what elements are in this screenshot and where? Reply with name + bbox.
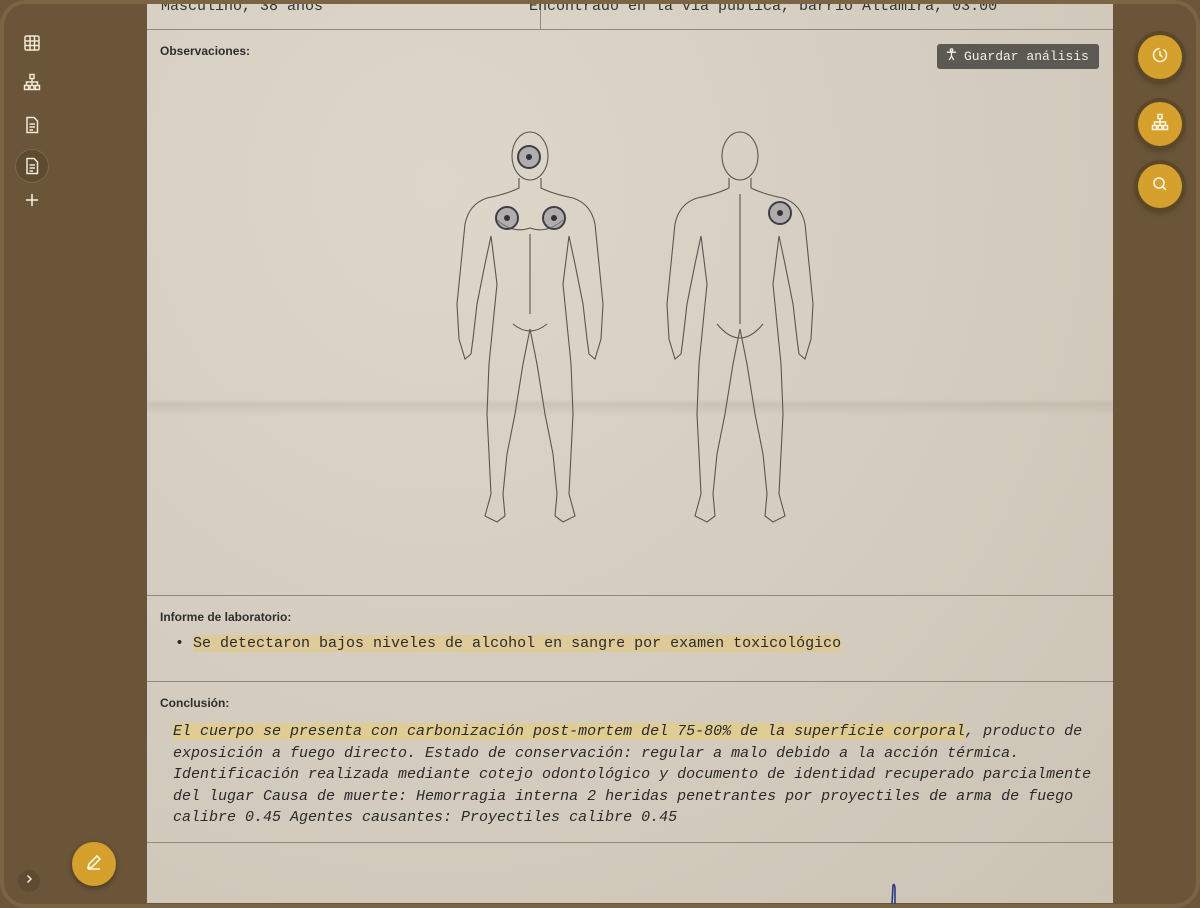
bullet: •: [175, 635, 194, 652]
chevron-right-icon: [23, 872, 35, 890]
lab-report-item: Se detectaron bajos niveles de alcohol e…: [193, 635, 842, 652]
divider: [147, 29, 1113, 30]
front-body-figure: [456, 131, 604, 523]
top-row-right-cell: Encontrado en la vía pública, barrio Alt…: [529, 0, 998, 15]
history-icon: [1151, 46, 1169, 69]
left-sidebar: [8, 8, 146, 904]
conclusion-highlight: El cuerpo se presenta con carbonización …: [173, 723, 966, 740]
search-button[interactable]: [1138, 164, 1182, 208]
document-icon[interactable]: [15, 108, 49, 142]
hierarchy-rail-button[interactable]: [1138, 102, 1182, 146]
divider: [147, 681, 1113, 682]
back-body-figure: [666, 131, 814, 523]
history-button[interactable]: [1138, 35, 1182, 79]
signature-stroke: [891, 883, 896, 904]
injury-marker-head[interactable]: [517, 145, 541, 169]
expand-sidebar-button[interactable]: [18, 870, 40, 892]
autopsy-document: Masculino, 38 años Encontrado en la vía …: [147, 4, 1113, 904]
conclusion-label: Conclusión:: [160, 696, 230, 710]
lab-report-label: Informe de laboratorio:: [160, 610, 292, 624]
save-analysis-label: Guardar análisis: [964, 49, 1089, 64]
app-frame: Masculino, 38 años Encontrado en la vía …: [0, 0, 1200, 908]
search-icon: [1151, 175, 1169, 198]
plus-icon[interactable]: [15, 183, 49, 217]
observations-label: Observaciones:: [160, 44, 251, 58]
body-diagram[interactable]: [447, 124, 827, 534]
edit-fab-button[interactable]: [72, 842, 116, 886]
divider: [147, 842, 1113, 843]
top-row-left-cell: Masculino, 38 años: [161, 0, 324, 15]
divider: [147, 595, 1113, 596]
pen-icon: [85, 853, 103, 876]
hierarchy-icon: [1151, 113, 1169, 136]
table-icon[interactable]: [15, 26, 49, 60]
injury-marker-right-chest[interactable]: [495, 206, 519, 230]
injury-marker-back-shoulder[interactable]: [768, 201, 792, 225]
list-item: • Se detectaron bajos niveles de alcohol…: [175, 635, 842, 652]
hierarchy-icon[interactable]: [15, 65, 49, 99]
save-analysis-button[interactable]: Guardar análisis: [937, 44, 1099, 69]
document-active-icon[interactable]: [15, 149, 49, 183]
injury-marker-left-chest[interactable]: [542, 206, 566, 230]
conclusion-text: El cuerpo se presenta con carbonización …: [173, 721, 1108, 829]
accessibility-icon: [945, 48, 958, 65]
